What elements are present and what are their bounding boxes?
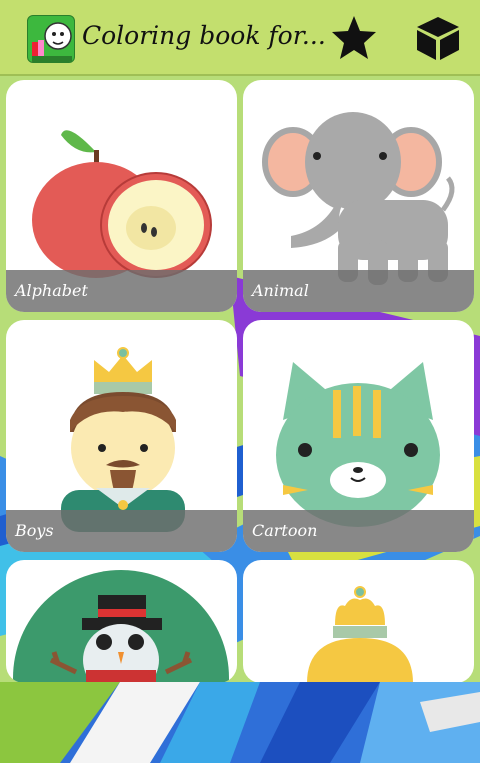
category-card-winter[interactable] — [6, 560, 237, 683]
star-icon[interactable] — [330, 14, 378, 62]
category-card-girls[interactable] — [243, 560, 474, 683]
category-label: Boys — [6, 510, 237, 552]
category-card-boys[interactable]: Boys — [6, 320, 237, 552]
bottom-decoration — [0, 682, 480, 763]
app-logo-icon[interactable] — [27, 15, 75, 63]
app-title: Coloring book for... — [82, 21, 326, 50]
category-card-animal[interactable]: Animal — [243, 80, 474, 312]
princess-illustration — [307, 586, 413, 683]
category-label: Cartoon — [243, 510, 474, 552]
category-label: Animal — [243, 270, 474, 312]
app-bar: Coloring book for... — [0, 0, 480, 76]
category-card-cartoon[interactable]: Cartoon — [243, 320, 474, 552]
category-card-alphabet[interactable]: Alphabet — [6, 80, 237, 312]
box-icon[interactable] — [414, 14, 462, 62]
snowman-illustration — [13, 570, 229, 683]
category-label: Alphabet — [6, 270, 237, 312]
